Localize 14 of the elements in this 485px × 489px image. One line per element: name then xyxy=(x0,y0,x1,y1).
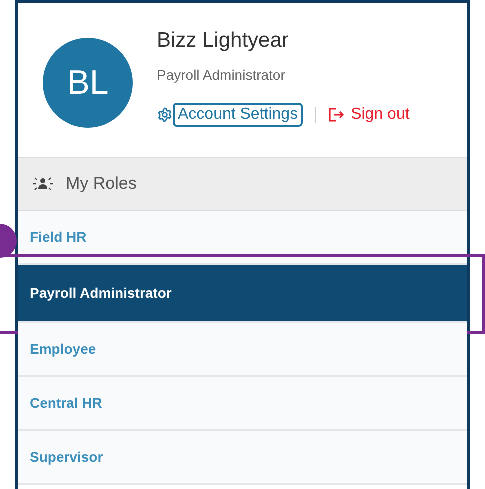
role-item[interactable]: Supervisor xyxy=(18,431,467,485)
role-item[interactable]: Payroll Administrator xyxy=(18,265,467,323)
section-title: My Roles xyxy=(66,174,137,194)
roles-icon xyxy=(32,175,54,193)
role-item[interactable]: Field HR xyxy=(18,211,467,265)
account-settings-link[interactable]: Account Settings xyxy=(173,103,304,127)
user-name: Bizz Lightyear xyxy=(157,29,290,53)
settings-icon xyxy=(157,107,173,123)
avatar: BL xyxy=(43,38,133,128)
sign-out-icon xyxy=(328,107,346,123)
user-role: Payroll Administrator xyxy=(157,67,286,83)
role-item[interactable]: Central HR xyxy=(18,377,467,431)
role-item[interactable]: Employee xyxy=(18,323,467,377)
sign-out-link[interactable]: Sign out xyxy=(346,103,415,127)
